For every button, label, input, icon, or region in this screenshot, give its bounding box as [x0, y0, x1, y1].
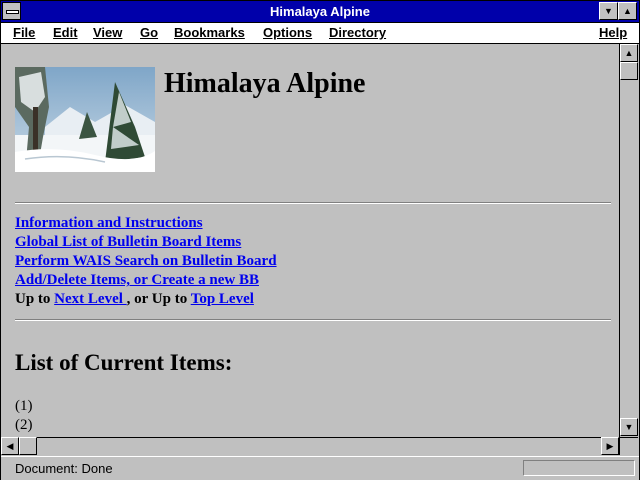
browser-window: Himalaya Alpine ▼ ▲ File Edit View Go Bo… [0, 0, 640, 480]
scroll-up-button[interactable]: ▲ [620, 44, 638, 62]
arrow-left-icon: ◀ [6, 441, 14, 451]
up-to-label: Up to [15, 291, 51, 307]
link-add-delete-items[interactable]: Add/Delete Items, or Create a new BB [15, 272, 259, 289]
list-item: (1) [15, 398, 33, 414]
arrow-right-icon: ▶ [606, 441, 614, 451]
minimize-button[interactable]: ▼ [599, 2, 618, 20]
maximize-icon: ▲ [623, 6, 632, 16]
menu-bookmarks[interactable]: Bookmarks [174, 25, 245, 40]
menu-options[interactable]: Options [263, 25, 312, 40]
link-top-level[interactable]: Top Level [191, 291, 254, 307]
menu-directory[interactable]: Directory [329, 25, 386, 40]
arrow-down-icon: ▼ [624, 422, 634, 432]
divider [15, 202, 611, 204]
list-item: (2) [15, 417, 33, 433]
hscroll-thumb[interactable] [19, 437, 37, 455]
window-title: Himalaya Alpine [270, 4, 370, 19]
menu-bar: File Edit View Go Bookmarks Options Dire… [1, 23, 639, 44]
scroll-right-button[interactable]: ▶ [601, 437, 619, 455]
link-next-level[interactable]: Next Level [54, 291, 126, 307]
maximize-button[interactable]: ▲ [618, 2, 637, 20]
navigation-line: Up to Next Level , or Up to Top Level [15, 291, 254, 308]
scroll-left-button[interactable]: ◀ [1, 437, 19, 455]
scroll-down-button[interactable]: ▼ [620, 418, 638, 436]
page-title: Himalaya Alpine [164, 68, 366, 99]
menu-help[interactable]: Help [599, 25, 627, 40]
arrow-up-icon: ▲ [624, 48, 634, 58]
minimize-icon: ▼ [604, 6, 613, 16]
menu-file[interactable]: File [13, 25, 35, 40]
progress-indicator [523, 460, 635, 476]
link-wais-search[interactable]: Perform WAIS Search on Bulletin Board [15, 253, 277, 270]
horizontal-scrollbar[interactable]: ◀ ▶ [1, 437, 619, 455]
document-content: Himalaya Alpine Information and Instruct… [1, 44, 619, 437]
status-text: Document: Done [15, 461, 113, 476]
status-bar: Document: Done [1, 456, 639, 480]
vertical-scrollbar[interactable]: ▲ ▼ [619, 44, 638, 437]
or-up-to-label: , or Up to [126, 291, 188, 307]
header-photo [15, 67, 155, 172]
list-heading: List of Current Items: [15, 350, 233, 375]
link-global-list[interactable]: Global List of Bulletin Board Items [15, 234, 241, 251]
scrollbar-corner [619, 437, 638, 455]
title-bar[interactable]: Himalaya Alpine ▼ ▲ [1, 1, 639, 23]
link-information-instructions[interactable]: Information and Instructions [15, 215, 203, 232]
divider [15, 319, 611, 321]
snowy-forest-image [15, 67, 155, 172]
scroll-thumb[interactable] [620, 62, 638, 80]
menu-view[interactable]: View [93, 25, 122, 40]
menu-go[interactable]: Go [140, 25, 158, 40]
menu-edit[interactable]: Edit [53, 25, 78, 40]
